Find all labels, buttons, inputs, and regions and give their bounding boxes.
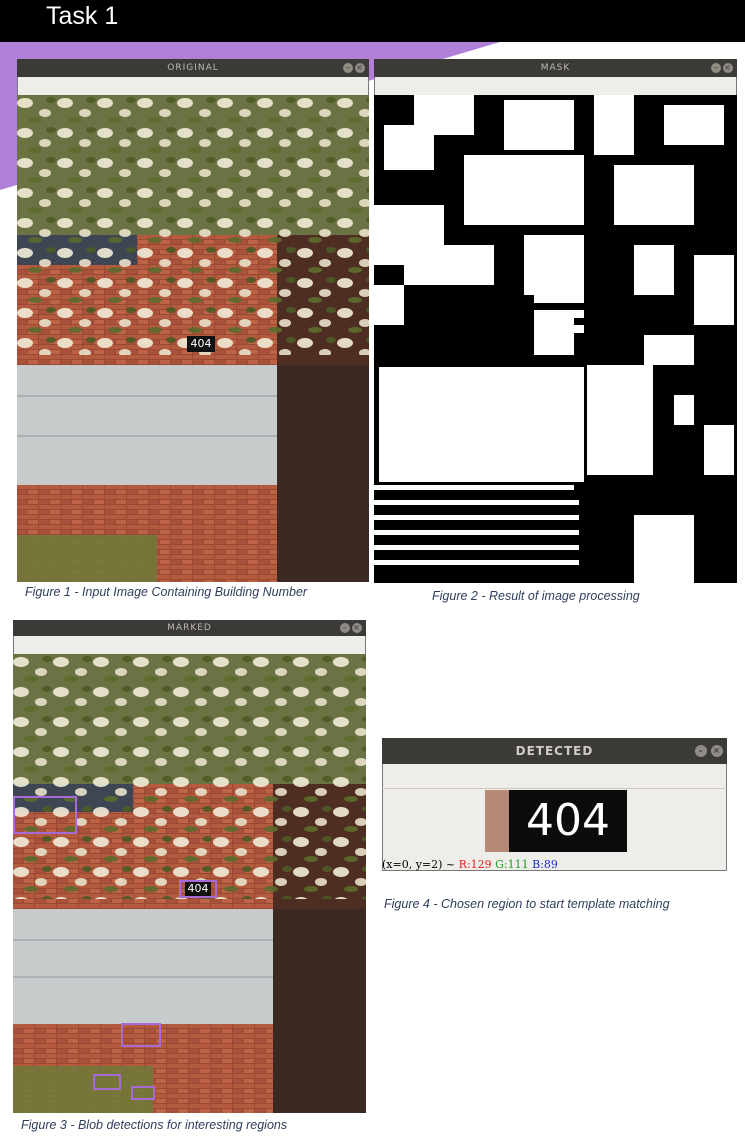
blob-box-brick: [121, 1023, 161, 1047]
detected-window-titlebar[interactable]: DETECTED – ×: [382, 738, 727, 764]
brick-edge: [485, 790, 509, 852]
blob-box-window: [13, 796, 77, 834]
minimize-icon[interactable]: –: [343, 63, 353, 73]
detected-window-title: DETECTED: [515, 744, 594, 758]
pixel-status-bar: (x=0, y=2) ~ R:129 G:111 B:89: [382, 858, 558, 871]
close-icon[interactable]: ×: [355, 63, 365, 73]
blob-box-number: [179, 880, 217, 898]
mask-image: [374, 95, 737, 583]
close-icon[interactable]: ×: [723, 63, 733, 73]
caption-figure-1: Figure 1 - Input Image Containing Buildi…: [25, 585, 308, 599]
close-icon[interactable]: ×: [352, 623, 362, 633]
detected-digits: 404: [526, 795, 610, 846]
caption-figure-3: Figure 3 - Blob detections for interesti…: [21, 1118, 288, 1132]
pixel-red: R:129: [458, 858, 492, 871]
detected-window: DETECTED – × 404 (x=0, y=2) ~ R:129 G:11…: [382, 738, 727, 871]
pixel-green: G:111: [495, 858, 529, 871]
marked-image: 404: [13, 654, 366, 1113]
minimize-icon[interactable]: –: [695, 745, 707, 757]
mask-window-titlebar[interactable]: MASK – ×: [374, 59, 737, 77]
marked-window-titlebar[interactable]: MARKED – ×: [13, 620, 366, 636]
minimize-icon[interactable]: –: [711, 63, 721, 73]
caption-figure-2: Figure 2 - Result of image processing: [432, 589, 640, 603]
detected-region-image: 404: [485, 790, 627, 852]
marked-window-title: MARKED: [167, 623, 212, 633]
mask-window-title: MASK: [540, 63, 571, 73]
original-image: 404: [17, 95, 369, 582]
marked-window: MARKED – × 404: [13, 620, 366, 1113]
caption-figure-4: Figure 4 - Chosen region to start templa…: [384, 897, 670, 911]
pixel-blue: B:89: [532, 858, 558, 871]
blob-box-grass-1: [93, 1074, 121, 1090]
mask-window: MASK – ×: [374, 59, 737, 583]
pixel-coords: (x=0, y=2) ~: [382, 858, 456, 871]
toolbar-divider: [382, 788, 727, 789]
blob-box-grass-2: [131, 1086, 155, 1100]
original-window-title: ORIGINAL: [167, 63, 219, 73]
building-number-plate: 404: [187, 336, 215, 352]
close-icon[interactable]: ×: [711, 745, 723, 757]
minimize-icon[interactable]: –: [340, 623, 350, 633]
original-window-titlebar[interactable]: ORIGINAL – ×: [17, 59, 369, 77]
original-window: ORIGINAL – × 404: [17, 59, 369, 582]
